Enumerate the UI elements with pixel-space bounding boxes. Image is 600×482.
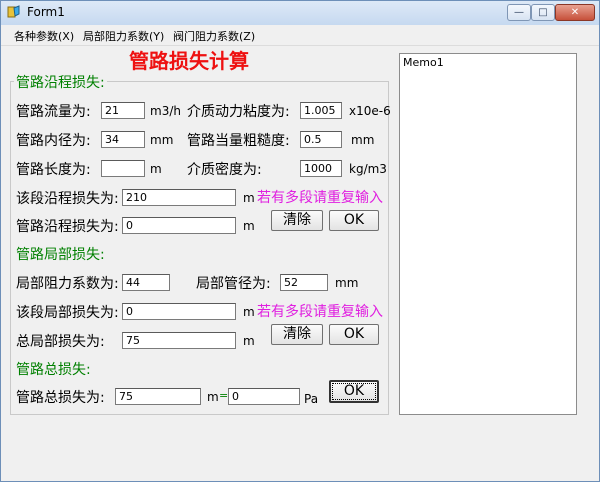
diameter-label: 管路内径为:	[16, 133, 91, 149]
main-window: Form1 — □ ✕ 各种参数(X) 局部阻力系数(Y) 阀门阻力系数(Z) …	[0, 0, 600, 482]
roughness-label: 管路当量粗糙度:	[187, 133, 290, 149]
total-along-unit: m	[243, 219, 255, 233]
local-dia-input[interactable]: 52	[280, 274, 328, 291]
along-repeat-hint: 若有多段请重复输入	[257, 190, 383, 206]
menu-params[interactable]: 各种参数(X)	[14, 28, 74, 44]
length-unit: m	[150, 162, 162, 176]
local-ok-button[interactable]: OK	[329, 324, 379, 345]
total-ok-button[interactable]: OK	[329, 380, 379, 403]
menu-local-resistance[interactable]: 局部阻力系数(Y)	[83, 28, 164, 44]
density-label: 介质密度为:	[187, 162, 262, 178]
close-icon: ✕	[570, 7, 580, 18]
viscosity-label: 介质动力粘度为:	[187, 104, 290, 120]
total-along-label: 管路沿程损失为:	[16, 219, 119, 235]
window-footer	[1, 421, 599, 481]
segment-along-label: 该段沿程损失为:	[16, 191, 119, 207]
diameter-input[interactable]: 34	[101, 131, 145, 148]
total-section-title: 管路总损失:	[16, 362, 91, 378]
local-section-title: 管路局部损失:	[16, 247, 105, 263]
segment-local-unit: m	[243, 305, 255, 319]
density-unit: kg/m3	[349, 162, 387, 176]
local-coef-label: 局部阻力系数为:	[16, 276, 119, 292]
maximize-icon: □	[538, 7, 548, 18]
segment-along-input[interactable]: 210	[122, 189, 236, 206]
length-label: 管路长度为:	[16, 162, 91, 178]
along-section-title: 管路沿程损失:	[14, 72, 107, 92]
app-icon	[7, 5, 20, 18]
total-loss-pa-input[interactable]: 0	[228, 388, 300, 405]
total-loss-pa-unit: Pa	[304, 392, 319, 406]
along-clear-button[interactable]: 清除	[271, 210, 323, 231]
flow-unit: m3/h	[150, 104, 181, 118]
total-loss-m-input[interactable]: 75	[115, 388, 201, 405]
window-title: Form1	[27, 5, 65, 19]
density-input[interactable]: 1000	[300, 160, 342, 177]
segment-local-label: 该段局部损失为:	[16, 305, 119, 321]
total-local-input[interactable]: 75	[122, 332, 236, 349]
local-coef-input[interactable]: 44	[122, 274, 170, 291]
total-along-input[interactable]: 0	[122, 217, 236, 234]
segment-along-unit: m	[243, 191, 255, 205]
menu-bar: 各种参数(X) 局部阻力系数(Y) 阀门阻力系数(Z)	[1, 25, 599, 46]
menu-valve-resistance[interactable]: 阀门阻力系数(Z)	[173, 28, 255, 44]
along-ok-button[interactable]: OK	[329, 210, 379, 231]
segment-local-input[interactable]: 0	[122, 303, 236, 320]
page-heading: 管路损失计算	[129, 49, 249, 73]
maximize-button[interactable]: □	[531, 4, 555, 21]
total-local-unit: m	[243, 334, 255, 348]
local-repeat-hint: 若有多段请重复输入	[257, 304, 383, 320]
local-clear-button[interactable]: 清除	[271, 324, 323, 345]
flow-input[interactable]: 21	[101, 102, 145, 119]
viscosity-input[interactable]: 1.005	[300, 102, 342, 119]
local-dia-label: 局部管径为:	[196, 276, 271, 292]
flow-label: 管路流量为:	[16, 104, 91, 120]
total-loss-label: 管路总损失为:	[16, 390, 105, 406]
title-bar[interactable]: Form1 — □ ✕	[1, 1, 599, 26]
length-input[interactable]	[101, 160, 145, 177]
roughness-unit: mm	[351, 133, 375, 147]
minimize-button[interactable]: —	[507, 4, 531, 21]
diameter-unit: mm	[150, 133, 174, 147]
equals-sign: =	[219, 389, 229, 402]
roughness-input[interactable]: 0.5	[300, 131, 342, 148]
total-loss-m-unit: m	[207, 390, 219, 404]
minimize-icon: —	[514, 7, 524, 18]
local-dia-unit: mm	[335, 276, 359, 290]
close-button[interactable]: ✕	[555, 4, 595, 21]
total-local-label: 总局部损失为:	[16, 334, 105, 350]
memo-box[interactable]: Memo1	[399, 53, 577, 415]
viscosity-unit: x10e-6	[349, 104, 391, 118]
